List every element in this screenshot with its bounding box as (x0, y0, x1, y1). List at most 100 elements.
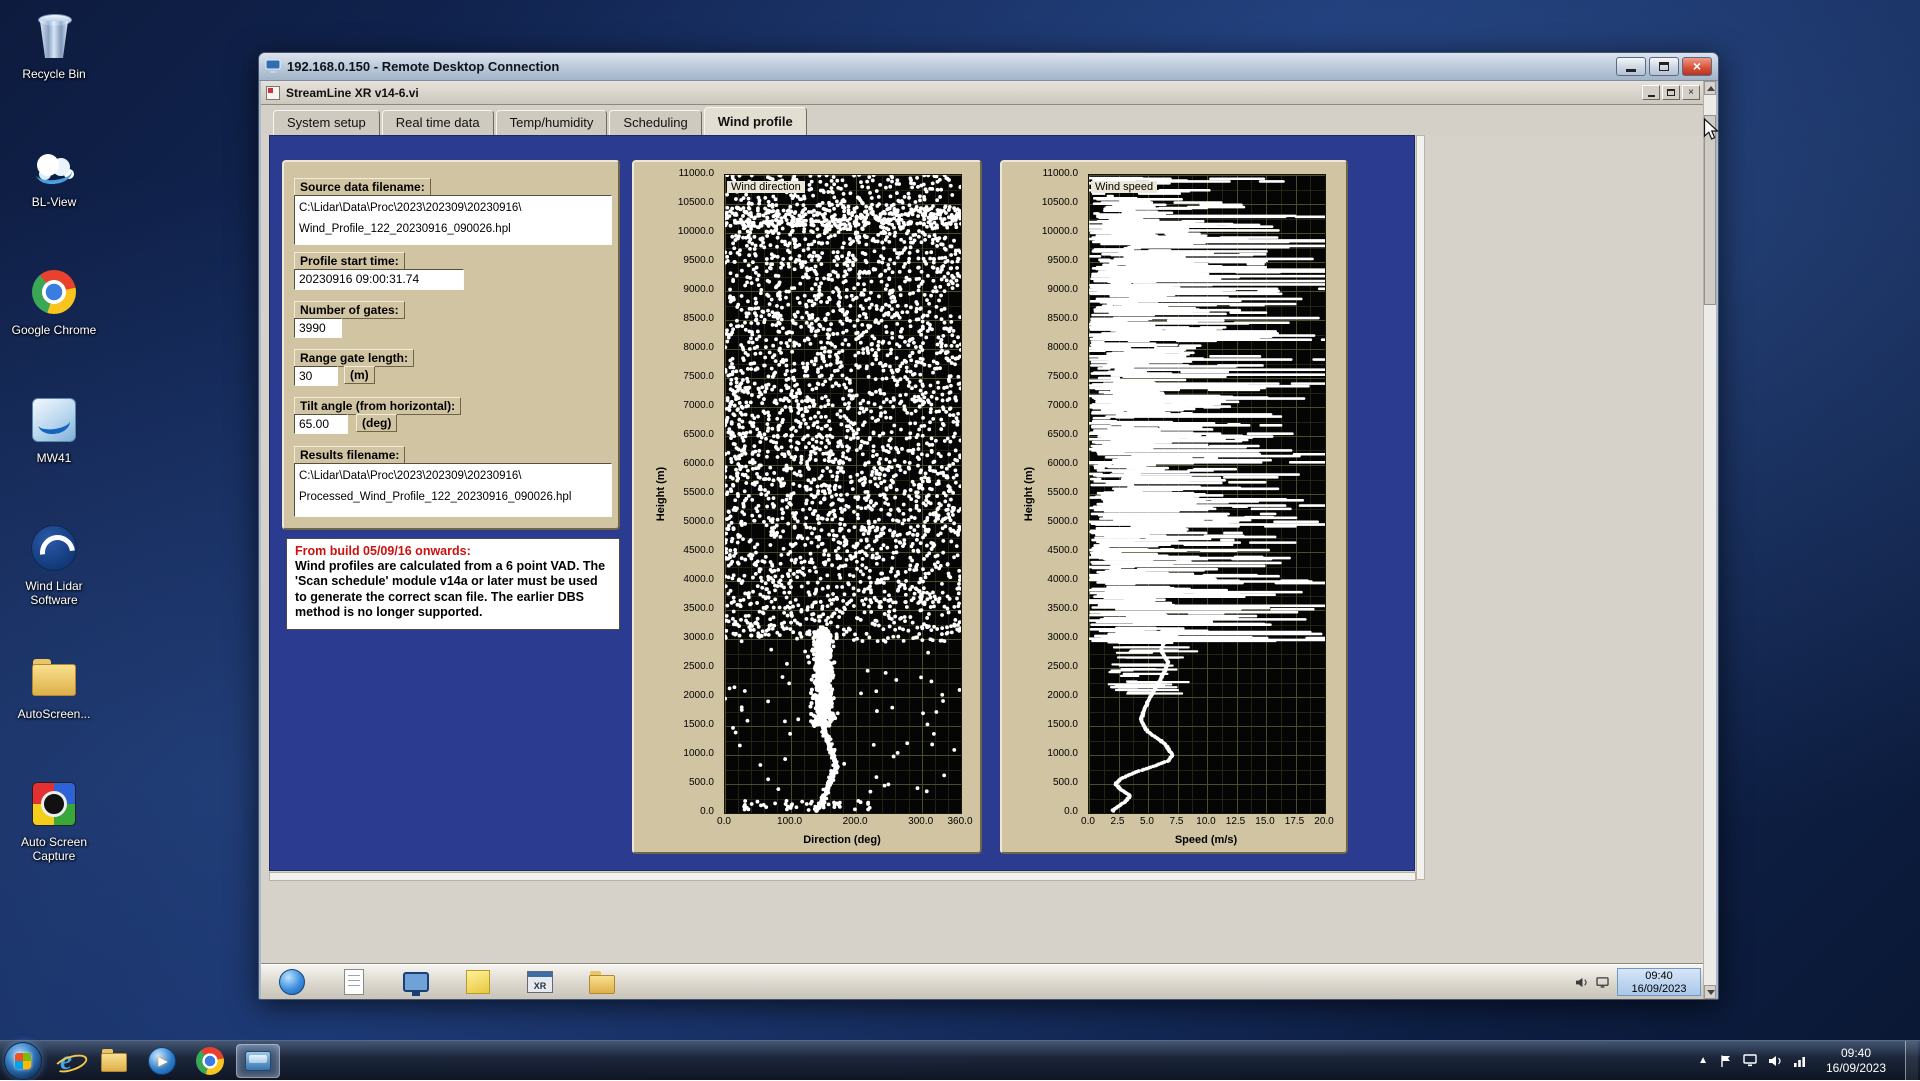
wind-lidar-icon (31, 520, 77, 576)
y-tick-label: 4500.0 (683, 545, 714, 556)
notepad-icon (344, 969, 364, 995)
range-gate-length-field[interactable]: 30 (294, 366, 338, 386)
restore-button[interactable] (1649, 57, 1679, 76)
desktop-icon-label: MW41 (36, 451, 72, 465)
rdp-titlebar[interactable]: 192.168.0.150 - Remote Desktop Connectio… (259, 53, 1718, 81)
folder-icon (32, 648, 76, 704)
wind-direction-plot-canvas (725, 175, 961, 813)
tab-temp-humidity[interactable]: Temp/humidity (495, 110, 608, 135)
front-panel: Source data filename: C:\Lidar\Data\Proc… (269, 135, 1415, 871)
app-maximize-button[interactable] (1662, 85, 1680, 100)
range-unit-label: (m) (344, 366, 375, 384)
remote-volume-icon[interactable] (1575, 977, 1588, 988)
notepad-launcher[interactable] (339, 967, 369, 997)
taskbar-media-player-button[interactable]: ▶ (140, 1044, 184, 1078)
desktop-icon-mw41[interactable]: MW41 (6, 392, 102, 508)
recycle-bin-icon (36, 8, 72, 64)
rdp-vertical-scrollbar[interactable] (1703, 81, 1716, 999)
display-icon[interactable] (1743, 1054, 1757, 1067)
taskbar-ie-button[interactable]: e (44, 1044, 88, 1078)
y-tick-label: 5500.0 (1047, 487, 1078, 498)
y-tick-label: 2000.0 (1047, 690, 1078, 701)
tab-system-setup[interactable]: System setup (273, 110, 380, 135)
x-tick-label: 0.0 (717, 816, 731, 827)
taskbar-chrome-button[interactable] (188, 1044, 232, 1078)
y-tick-label: 5500.0 (683, 487, 714, 498)
remote-network-icon[interactable] (1596, 976, 1609, 988)
y-tick-label: 11000.0 (678, 168, 714, 179)
desktop-icon-auto-screen-capture[interactable]: Auto Screen Capture (6, 776, 102, 892)
wind-speed-plot-area: Wind speed (1088, 174, 1326, 814)
y-tick-label: 3000.0 (1047, 632, 1078, 643)
folder-icon (589, 970, 615, 994)
number-of-gates-field[interactable]: 3990 (294, 318, 342, 338)
y-tick-label: 2000.0 (683, 690, 714, 701)
source-path-line1: C:\Lidar\Data\Proc\2023\202309\20230916\ (299, 202, 522, 214)
y-tick-label: 8000.0 (1047, 342, 1078, 353)
y-tick-label: 10000.0 (677, 226, 714, 237)
y-tick-label: 11000.0 (1042, 168, 1078, 179)
xr-app-launcher[interactable]: XR (525, 967, 555, 997)
source-filename-field[interactable]: C:\Lidar\Data\Proc\2023\202309\20230916\… (294, 195, 612, 245)
y-tick-label: 10500.0 (677, 197, 714, 208)
desktop-icon-bl-view[interactable]: BL-View (6, 136, 102, 252)
folder-launcher[interactable] (587, 967, 617, 997)
chrome-icon (32, 264, 76, 320)
y-tick-label: 5000.0 (1047, 516, 1078, 527)
app-titlebar[interactable]: StreamLine XR v14-6.vi × (261, 81, 1705, 105)
chrome-icon (196, 1046, 224, 1075)
y-tick-label: 6500.0 (1047, 429, 1078, 440)
y-tick-label: 4500.0 (1047, 545, 1078, 556)
minimize-button[interactable] (1616, 57, 1646, 76)
desktop-icon-autoscreen[interactable]: AutoScreen... (6, 648, 102, 764)
tab-scheduling[interactable]: Scheduling (609, 110, 702, 135)
taskbar-clock[interactable]: 09:40 16/09/2023 (1818, 1046, 1894, 1076)
close-button[interactable]: × (1682, 57, 1712, 76)
desktop-icon-google-chrome[interactable]: Google Chrome (6, 264, 102, 380)
tab-wind-profile[interactable]: Wind profile (703, 107, 807, 135)
panel-horizontal-scrollbar[interactable] (269, 872, 1416, 881)
app-close-button[interactable]: × (1682, 85, 1700, 100)
y-tick-label: 1000.0 (683, 748, 714, 759)
scroll-down-icon[interactable] (1704, 985, 1716, 999)
show-hidden-icons-button[interactable]: ▲ (1698, 1055, 1708, 1066)
tab-strip: System setup Real time data Temp/humidity S… (261, 105, 1705, 135)
tilt-angle-field[interactable]: 65.00 (294, 414, 348, 434)
taskbar-rdp-button[interactable] (236, 1043, 280, 1078)
show-desktop-button[interactable] (1905, 1040, 1918, 1081)
app-title: StreamLine XR v14-6.vi (286, 85, 419, 100)
notes-launcher[interactable] (463, 967, 493, 997)
source-filename-label: Source data filename: (294, 178, 431, 196)
tab-real-time-data[interactable]: Real time data (381, 110, 494, 135)
desktop-icon-label: AutoScreen... (17, 707, 91, 721)
volume-icon[interactable] (1768, 1055, 1782, 1067)
rdp-window-title: 192.168.0.150 - Remote Desktop Connectio… (287, 59, 560, 74)
network-icon[interactable] (1793, 1055, 1807, 1067)
remote-taskbar: XR 09:40 16/09/2023 (261, 965, 1705, 999)
auto-screen-capture-icon (32, 782, 76, 826)
y-tick-label: 3000.0 (683, 632, 714, 643)
remote-clock[interactable]: 09:40 16/09/2023 (1617, 968, 1701, 996)
app-minimize-button[interactable] (1642, 85, 1660, 100)
browser-launcher[interactable] (277, 967, 307, 997)
y-tick-label: 8500.0 (1047, 313, 1078, 324)
x-axis-label: Speed (m/s) (1174, 834, 1238, 846)
action-center-flag-icon[interactable] (1719, 1054, 1732, 1068)
results-filename-field[interactable]: C:\Lidar\Data\Proc\2023\202309\20230916\… (294, 463, 612, 517)
wind-speed-plot-canvas (1089, 175, 1325, 813)
monitor-launcher[interactable] (401, 967, 431, 997)
y-tick-label: 6000.0 (1047, 458, 1078, 469)
desktop-icon-wind-lidar-software[interactable]: Wind Lidar Software (6, 520, 102, 636)
desktop-icon-recycle-bin[interactable]: Recycle Bin (6, 8, 102, 124)
taskbar-explorer-button[interactable] (92, 1044, 136, 1078)
profile-start-time-field[interactable]: 20230916 09:00:31.74 (294, 269, 464, 290)
start-button[interactable] (4, 1041, 42, 1080)
tilt-angle-label: Tilt angle (from horizontal): (294, 397, 462, 415)
internet-explorer-icon: e (60, 1045, 72, 1075)
folder-icon (32, 659, 76, 696)
y-tick-label: 4000.0 (683, 574, 714, 585)
y-tick-label: 1500.0 (1047, 719, 1078, 730)
results-path-line1: C:\Lidar\Data\Proc\2023\202309\20230916\ (299, 470, 522, 482)
panel-vertical-scrollbar[interactable] (1416, 135, 1425, 880)
scroll-up-icon[interactable] (1704, 81, 1716, 95)
